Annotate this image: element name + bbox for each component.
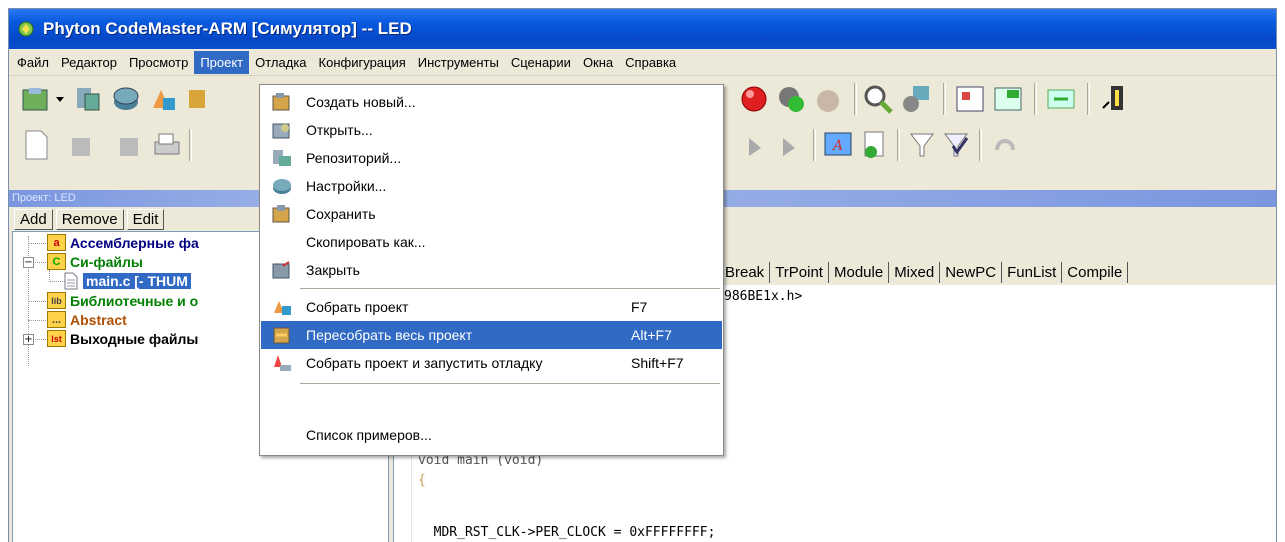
package-icon[interactable] — [187, 82, 205, 116]
tab-trpoint[interactable]: TrPoint — [769, 261, 828, 283]
lst-folder-icon: lst — [47, 330, 66, 347]
repository-icon — [273, 150, 291, 166]
code-line: 986BE1x.h> — [724, 289, 803, 304]
collapse-icon[interactable]: − — [23, 257, 34, 268]
svg-text:A: A — [831, 138, 843, 154]
tree-item-label: Abstract — [70, 311, 127, 328]
save-icon — [272, 205, 290, 223]
c-folder-icon: C — [47, 253, 66, 270]
filter-check-icon[interactable] — [939, 128, 973, 162]
menu-separator — [300, 383, 720, 384]
menu-bar: Файл Редактор Просмотр Проект Отладка Ко… — [9, 49, 1276, 76]
build-debug-icon — [274, 355, 291, 371]
menu-item-build-and-debug[interactable]: Собрать проект и запустить отладку Shift… — [261, 349, 722, 377]
tree-item-assembler-files[interactable]: a Ассемблерные фа — [47, 234, 199, 251]
tab-funlist[interactable]: FunList — [1001, 261, 1061, 283]
menu-help[interactable]: Справка — [619, 51, 682, 74]
new-project-icon — [272, 93, 290, 111]
filter-icon[interactable] — [905, 128, 939, 162]
memory-window-icon[interactable] — [953, 82, 987, 116]
menu-debug[interactable]: Отладка — [249, 51, 312, 74]
title-bar[interactable]: Phyton CodeMaster-ARM [Симулятор] -- LED — [9, 9, 1276, 49]
apple-icon[interactable] — [811, 82, 845, 116]
open-project-icon — [272, 123, 290, 139]
settings-icon — [273, 179, 291, 194]
build-icon — [274, 301, 291, 315]
menu-view[interactable]: Просмотр — [123, 51, 194, 74]
remove-button[interactable]: Remove — [55, 208, 124, 230]
tree-item-output-files[interactable]: lst Выходные файлы — [47, 330, 198, 347]
code-line: { — [418, 473, 426, 488]
text-edit-icon[interactable]: A — [821, 128, 855, 162]
menu-item-open[interactable]: Открыть... — [261, 116, 722, 144]
tree-item-library-files[interactable]: lib Библиотечные и о — [47, 292, 198, 309]
menu-configuration[interactable]: Конфигурация — [313, 51, 412, 74]
expand-icon[interactable]: + — [23, 334, 34, 345]
assembler-folder-icon: a — [47, 234, 66, 251]
dropdown-arrow-icon[interactable] — [53, 82, 67, 116]
tab-break[interactable]: Break — [719, 261, 769, 283]
shapes-icon[interactable] — [147, 82, 181, 116]
download-icon[interactable] — [1097, 82, 1131, 116]
abstract-folder-icon: ... — [47, 311, 66, 328]
stop-icon[interactable] — [737, 82, 771, 116]
menu-item-copy-as[interactable]: Скопировать как... — [261, 228, 722, 256]
menu-project[interactable]: Проект — [194, 50, 250, 74]
disabled-tool-icon — [72, 138, 90, 156]
tab-module[interactable]: Module — [827, 261, 888, 283]
tab-newpc[interactable]: NewPC — [939, 261, 1001, 283]
lib-folder-icon: lib — [47, 292, 66, 309]
document-check-icon[interactable] — [857, 128, 891, 162]
menu-item-examples[interactable]: Список примеров... — [261, 421, 722, 449]
menu-windows[interactable]: Окна — [577, 51, 619, 74]
disabled-tool-icon-2 — [120, 138, 138, 156]
run-gear-icon[interactable] — [774, 82, 808, 116]
target-icon[interactable] — [71, 82, 105, 116]
app-window: Phyton CodeMaster-ARM [Симулятор] -- LED… — [8, 8, 1277, 542]
project-menu-dropdown: Создать новый... Открыть... Репозиторий.… — [259, 84, 724, 456]
tree-item-label: main.c [- THUM — [83, 273, 191, 289]
code-line: MDR_RST_CLK->PER_CLOCK = 0xFFFFFFFF; — [418, 525, 716, 540]
registers-icon[interactable] — [991, 82, 1025, 116]
menu-item-settings[interactable]: Настройки... — [261, 172, 722, 200]
menu-item-repository[interactable]: Репозиторий... — [261, 144, 722, 172]
menu-tools[interactable]: Инструменты — [412, 51, 505, 74]
tree-item-abstract[interactable]: ... Abstract — [47, 311, 127, 328]
step-over-icon — [749, 138, 761, 156]
menu-item-close[interactable]: Закрыть — [261, 256, 722, 284]
edit-button[interactable]: Edit — [126, 208, 165, 230]
undo-icon — [995, 139, 1015, 151]
window-title: Phyton CodeMaster-ARM [Симулятор] -- LED — [43, 19, 412, 38]
menu-file[interactable]: Файл — [11, 51, 55, 74]
menu-item-rebuild-all[interactable]: Пересобрать весь проект Alt+F7 — [261, 321, 722, 349]
menu-editor[interactable]: Редактор — [55, 51, 123, 74]
search-binoculars-icon[interactable] — [861, 82, 895, 116]
menu-item-build[interactable]: Собрать проект F7 — [261, 293, 722, 321]
project-wizard-icon[interactable] — [19, 82, 53, 116]
menu-item-save[interactable]: Сохранить — [261, 200, 722, 228]
tree-item-label: Си-файлы — [70, 253, 143, 270]
tree-item-c-files[interactable]: C Си-файлы — [47, 253, 143, 270]
watch-icon[interactable] — [1044, 82, 1078, 116]
menu-item-create-new[interactable]: Создать новый... — [261, 88, 722, 116]
file-icon — [64, 272, 78, 290]
tab-compile[interactable]: Compile — [1061, 261, 1129, 283]
menu-separator — [300, 288, 720, 289]
tree-item-label: Библиотечные и о — [70, 292, 199, 309]
rebuild-icon — [273, 327, 290, 344]
add-button[interactable]: Add — [14, 208, 53, 230]
close-project-icon — [272, 261, 290, 279]
menu-scripts[interactable]: Сценарии — [505, 51, 577, 74]
app-logo-icon — [18, 21, 34, 37]
new-file-icon[interactable] — [19, 128, 53, 162]
print-icon[interactable] — [149, 128, 183, 162]
tree-item-main-c[interactable]: main.c [- THUM — [63, 272, 191, 290]
tree-item-label: Ассемблерные фа — [70, 234, 199, 251]
peripherals-icon[interactable] — [899, 82, 933, 116]
step-out-icon — [783, 138, 795, 156]
tab-mixed[interactable]: Mixed — [888, 261, 939, 283]
disk-icon[interactable] — [109, 82, 143, 116]
tree-item-label: Выходные файлы — [70, 330, 199, 347]
